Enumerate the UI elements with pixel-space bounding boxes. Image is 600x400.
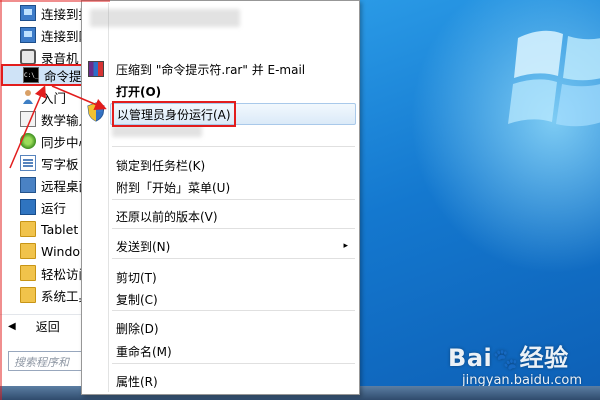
menu-item-label: 重命名(M): [116, 344, 172, 359]
folder-icon: [20, 265, 36, 281]
menu-item-label: 属性(R): [116, 374, 158, 389]
windows-logo-icon: [508, 30, 600, 127]
wordpad-icon: [20, 155, 36, 171]
desktop-background: Bai🐾经验 jingyan.baidu.com: [356, 0, 600, 400]
context-menu: 压缩到 "命令提示符.rar" 并 E-mail 打开(O) 以管理员身份运行(A)…: [81, 0, 360, 395]
pin-to-start-item[interactable]: 附到「开始」菜单(U): [116, 176, 355, 198]
menu-item-label: 复制(C): [116, 292, 158, 307]
restore-previous-versions-item[interactable]: 还原以前的版本(V): [116, 205, 355, 227]
pin-to-taskbar-item[interactable]: 锁定到任务栏(K): [116, 154, 355, 176]
command-prompt-icon: C:\_: [23, 67, 39, 83]
menu-separator: [112, 258, 355, 259]
menu-item-label: 附到「开始」菜单(U): [116, 180, 231, 195]
menu-item-label: 压缩到 "命令提示符.rar" 并 E-mail: [116, 62, 306, 77]
program-label: 写字板: [41, 156, 79, 172]
cut-item[interactable]: 剪切(T): [116, 266, 355, 288]
menu-separator: [112, 363, 355, 364]
search-placeholder: 搜索程序和: [14, 356, 69, 369]
open-item[interactable]: 打开(O): [116, 80, 355, 102]
back-arrow-icon: ◀: [8, 320, 16, 332]
baidu-brand-suffix: 经验: [519, 344, 569, 372]
menu-item-label: 发送到(N): [116, 239, 171, 254]
baidu-paw-icon: 🐾: [493, 347, 519, 371]
program-label: 入门: [41, 90, 67, 106]
winrar-icon: [88, 61, 104, 77]
menu-item-label: 还原以前的版本(V): [116, 209, 218, 224]
menu-item-label: 锁定到任务栏(K): [116, 158, 206, 173]
folder-icon: [20, 287, 36, 303]
redacted-item-top: [90, 9, 240, 27]
rename-item[interactable]: 重命名(M): [116, 340, 355, 362]
send-to-item[interactable]: 发送到(N) ▸: [116, 235, 355, 257]
back-label: 返回: [35, 319, 60, 334]
baidu-watermark: Bai🐾经验 jingyan.baidu.com: [448, 338, 582, 388]
network-projector-icon: [20, 5, 36, 21]
copy-item[interactable]: 复制(C): [116, 288, 355, 310]
remote-desktop-icon: [20, 177, 36, 193]
baidu-brand-text: Bai: [448, 344, 493, 372]
menu-item-label: 剪切(T): [116, 270, 157, 285]
network-icon: [20, 27, 36, 43]
sync-center-icon: [20, 133, 36, 149]
folder-icon: [20, 221, 36, 237]
program-label: 运行: [41, 200, 67, 216]
properties-item[interactable]: 属性(R): [116, 370, 355, 392]
annotation-highlight-box: [112, 101, 236, 127]
delete-item[interactable]: 删除(D): [116, 317, 355, 339]
submenu-arrow-icon: ▸: [343, 241, 348, 251]
compress-and-email-item[interactable]: 压缩到 "命令提示符.rar" 并 E-mail: [116, 58, 355, 80]
math-input-icon: [20, 111, 36, 127]
menu-separator: [112, 146, 355, 147]
uac-shield-icon: [87, 102, 105, 122]
menu-item-label: 删除(D): [116, 321, 159, 336]
menu-separator: [112, 310, 355, 311]
sound-recorder-icon: [20, 49, 36, 65]
baidu-brand: Bai🐾经验: [448, 338, 582, 373]
run-as-admin-item[interactable]: 以管理员身份运行(A): [110, 101, 356, 127]
menu-separator: [112, 228, 355, 229]
menu-item-label: 打开(O): [116, 84, 162, 99]
run-icon: [20, 199, 36, 215]
getting-started-icon: [20, 89, 36, 105]
folder-icon: [20, 243, 36, 259]
menu-icon-gutter: [108, 3, 109, 392]
menu-separator: [112, 199, 355, 200]
